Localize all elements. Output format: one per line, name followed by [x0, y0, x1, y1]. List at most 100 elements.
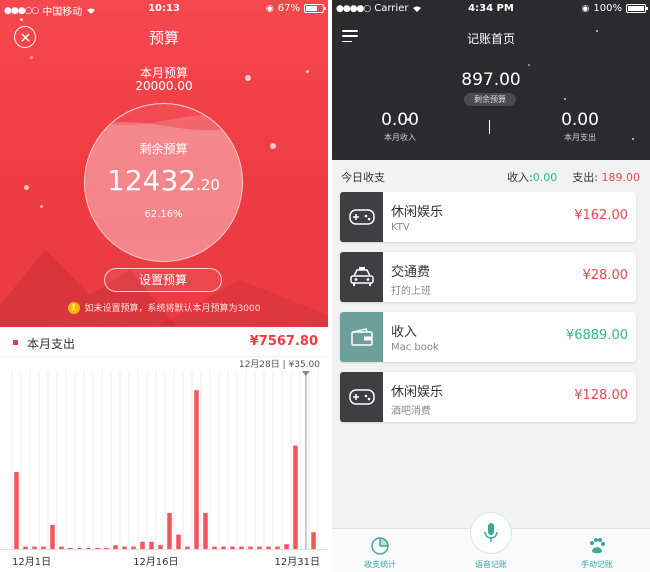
page-title: 记账首页 [466, 32, 515, 46]
gamepad-icon [348, 389, 375, 405]
paw-icon [590, 538, 605, 554]
chart-tick-label: 12月16日 [133, 556, 178, 568]
today-income-value: 0.00 [532, 171, 558, 184]
monthly-income-value: 0.00 [381, 110, 419, 130]
chart-bar [176, 534, 181, 549]
chart-bar [167, 512, 172, 549]
status-bar: ●●●○○ 中国移动 10:13 ◉ 67% [0, 0, 328, 18]
chart-bar [194, 390, 199, 549]
legend-square-icon [13, 340, 18, 345]
summary-header: ●●●●○ Carrier 4:34 PM ◉ 100% 记账首页 897.00… [332, 0, 650, 160]
chart-bar [113, 545, 118, 549]
stat-divider [489, 120, 490, 134]
page-title: 预算 [148, 29, 179, 47]
battery-percent: 67% [277, 3, 300, 14]
record-icon-box [340, 252, 383, 302]
remaining-budget-value: 897.00 [461, 70, 521, 90]
monthly-expense-value: 0.00 [561, 110, 599, 130]
chart-bar [257, 546, 262, 549]
monthly-expense-stat: 0.00 本月支出 [540, 110, 620, 143]
record-name: 交通费 [391, 265, 431, 280]
chart-bar [14, 472, 19, 549]
tab-label: 收支统计 [364, 560, 396, 569]
chart-bar [266, 546, 271, 549]
record-card[interactable]: 收入 Mac book ¥6889.00 [340, 312, 636, 362]
today-label: 今日收支 [341, 171, 385, 184]
gamepad-icon [348, 209, 375, 225]
record-amount: ¥128.00 [574, 388, 628, 403]
monthly-expense-total: ¥7567.80 [249, 334, 318, 349]
tab-label: 语音记账 [475, 560, 507, 569]
record-amount: ¥28.00 [582, 268, 629, 283]
star-decoration [24, 185, 29, 190]
set-budget-button[interactable]: 设置预算 [104, 268, 222, 292]
warning-icon: ! [67, 301, 80, 314]
star-decoration [528, 64, 530, 66]
monthly-expense-label: 本月支出 [27, 337, 76, 351]
monthly-income-label: 本月收入 [384, 133, 416, 142]
record-card[interactable]: 休闲娱乐 KTV ¥162.00 [340, 192, 636, 242]
chart-bar [41, 546, 46, 549]
record-card[interactable]: 交通费 打的上班 ¥28.00 [340, 252, 636, 302]
remaining-budget-gauge: 剩余预算 12432.20 62.16% [84, 103, 243, 262]
chart-bar [185, 546, 190, 549]
record-amount: ¥6889.00 [565, 328, 628, 343]
today-expense-value: 189.00 [601, 171, 641, 184]
tab-statistics[interactable]: 收支统计 [340, 529, 420, 572]
chart-bar [77, 548, 82, 549]
monthly-income-stat: 0.00 本月收入 [360, 110, 440, 143]
chart-bar [86, 548, 91, 549]
chart-marker-label: 12月28日 | ¥35.00 [239, 359, 320, 370]
star-decoration [270, 143, 276, 149]
voice-record-button[interactable] [470, 512, 512, 554]
chart-bar [104, 548, 109, 549]
budget-hint: ! 如未设置预算，系统将默认本月预算为3000 [0, 301, 328, 314]
remaining-budget-decimal: .20 [196, 176, 220, 194]
tab-label: 手动记账 [581, 560, 613, 569]
chart-tick-label: 12月31日 [275, 556, 320, 568]
chart-bar [131, 546, 136, 549]
record-name: 休闲娱乐 [391, 385, 444, 400]
chart-bar [239, 546, 244, 549]
remaining-budget-percent: 62.16% [144, 209, 183, 220]
chart-bar [140, 541, 145, 549]
star-decoration [564, 98, 566, 100]
star-decoration [30, 56, 33, 59]
chart-bar [158, 545, 163, 549]
chart-tick-label: 12月1日 [12, 556, 51, 568]
status-bar: ●●●●○ Carrier 4:34 PM ◉ 100% [332, 0, 650, 18]
record-note: KTV [391, 222, 410, 233]
star-decoration [40, 205, 43, 208]
chart-bar [32, 546, 37, 549]
record-note: 打的上班 [391, 286, 431, 297]
record-note: Mac book [391, 342, 439, 353]
month-budget-value: 20000.00 [135, 79, 193, 93]
chart-bar [221, 546, 226, 549]
taxi-icon [349, 267, 374, 286]
record-icon-box [340, 372, 383, 422]
budget-hero: ●●●○○ 中国移动 10:13 ◉ 67% 预算 本月预算 20000.00 … [0, 0, 328, 327]
battery-icon [304, 4, 326, 13]
chart-bar [248, 546, 253, 549]
record-icon-box [340, 192, 383, 242]
monthly-expense-chart[interactable]: 12月28日 | ¥35.00 12月1日 12月16日 12月31日 [0, 357, 328, 572]
chart-bar [284, 544, 289, 549]
chart-bar [122, 546, 127, 549]
chart-bar [212, 546, 217, 549]
tab-manual-record[interactable]: 手动记账 [557, 529, 637, 572]
microphone-icon [484, 523, 498, 542]
chart-bar [230, 546, 235, 549]
record-card[interactable]: 休闲娱乐 酒吧消费 ¥128.00 [340, 372, 636, 422]
budget-screen: ●●●○○ 中国移动 10:13 ◉ 67% 预算 本月预算 20000.00 … [0, 0, 328, 572]
chart-bar [203, 512, 208, 549]
monthly-expense-label: 本月支出 [564, 133, 596, 142]
battery-percent: 100% [593, 3, 622, 14]
star-decoration [632, 138, 634, 140]
record-icon-box [340, 312, 383, 362]
pie-chart-icon [371, 537, 389, 555]
chart-bar [50, 524, 55, 549]
chart-bar [311, 532, 316, 549]
record-name: 休闲娱乐 [391, 205, 444, 220]
remaining-budget-value: 12432.20 [85, 164, 242, 197]
chart-bar [275, 546, 280, 549]
